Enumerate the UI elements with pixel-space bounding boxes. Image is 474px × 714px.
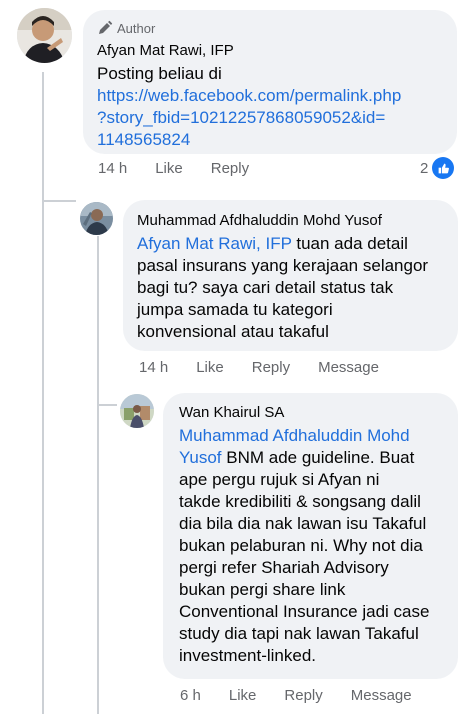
reply-button[interactable]: Reply <box>211 160 249 177</box>
comment-text-line: pasal insurans yang kerajaan selangor <box>137 256 429 275</box>
avatar-wan-khairul[interactable] <box>120 394 154 428</box>
comment-bubble-1: Author Afyan Mat Rawi, IFP Posting belia… <box>83 10 457 154</box>
mention-link[interactable]: Muhammad Afdhaluddin Mohd <box>179 425 442 447</box>
permalink-link-line-1[interactable]: https://web.facebook.com/permalink.php <box>97 85 443 107</box>
comment-timestamp[interactable]: 14 h <box>139 359 168 376</box>
comment-text-line: dia bila dia nak lawan isu Takaful <box>179 514 427 533</box>
message-button[interactable]: Message <box>351 687 412 704</box>
reaction-summary[interactable]: 2 <box>420 157 455 179</box>
author-badge-label: Author <box>117 20 156 36</box>
comment-text-fragment: tuan ada detail <box>291 234 408 253</box>
comment-timestamp[interactable]: 6 h <box>180 687 201 704</box>
comment-text-line: Yusof BNM ade guideline. Buat <box>179 447 442 469</box>
comment-actions-3: 6 h Like Reply Message <box>180 687 412 704</box>
reply-button[interactable]: Reply <box>252 359 290 376</box>
avatar-afyan[interactable] <box>17 8 72 63</box>
avatar-muhammad[interactable] <box>80 202 113 235</box>
permalink-link-line-2[interactable]: ?story_fbid=10212257868059052&id= <box>97 107 443 129</box>
comment-author-name[interactable]: Afyan Mat Rawi, IFP <box>97 42 443 59</box>
comment-bubble-2: Muhammad Afdhaluddin Mohd Yusof Afyan Ma… <box>123 200 458 351</box>
comment-text-line: jumpa samada tu kategori <box>137 300 333 319</box>
comment-bubble-3: Wan Khairul SA Muhammad Afdhaluddin Mohd… <box>163 393 458 679</box>
comment-text-line: takde kredibiliti & songsang dalil <box>179 492 421 511</box>
comment-text-line: ape pergu rujuk si Afyan ni <box>179 470 380 489</box>
comment-text-line: bukan pergi share link <box>179 580 346 599</box>
comment-actions-1: 14 h Like Reply <box>98 160 249 177</box>
comment-timestamp[interactable]: 14 h <box>98 160 127 177</box>
thumbs-up-icon <box>432 157 455 179</box>
comment-text-fragment: BNM ade guideline. Buat <box>221 448 415 467</box>
message-button[interactable]: Message <box>318 359 379 376</box>
comment-author-name[interactable]: Wan Khairul SA <box>179 404 442 421</box>
comment-actions-2: 14 h Like Reply Message <box>139 359 379 376</box>
comment-text-line: investment-linked. <box>179 646 317 665</box>
mention-link[interactable]: Yusof <box>179 448 222 467</box>
like-button[interactable]: Like <box>155 160 183 177</box>
like-button[interactable]: Like <box>196 359 224 376</box>
author-badge: Author <box>97 20 443 36</box>
permalink-link-line-3[interactable]: 1148565824 <box>97 129 443 151</box>
thread-line-sub <box>97 236 99 714</box>
comment-text-line: konvensional atau takaful <box>137 322 329 341</box>
comment-text-line: Conventional Insurance jadi case <box>179 602 430 621</box>
like-button[interactable]: Like <box>229 687 257 704</box>
comment-text-line: study dia tapi nak lawan Takaful <box>179 624 419 643</box>
comment-text-line: pergi refer Shariah Advisory <box>179 558 389 577</box>
comment-text-line: bukan pelaburan ni. Why not dia <box>179 536 423 555</box>
thread-line-branch-2 <box>97 404 117 406</box>
comment-text-line: Afyan Mat Rawi, IFP tuan ada detail <box>137 233 444 255</box>
comment-text-line: Posting beliau di <box>97 64 222 83</box>
mention-link[interactable]: Afyan Mat Rawi, IFP <box>137 234 292 253</box>
reply-button[interactable]: Reply <box>284 687 322 704</box>
pencil-icon <box>99 20 113 34</box>
thread-line-main <box>42 72 44 714</box>
comment-text-line: bagi tu? saya cari detail status tak <box>137 278 394 297</box>
reaction-count: 2 <box>420 159 429 177</box>
comment-author-name[interactable]: Muhammad Afdhaluddin Mohd Yusof <box>137 212 444 229</box>
thread-line-branch-1 <box>42 200 76 202</box>
